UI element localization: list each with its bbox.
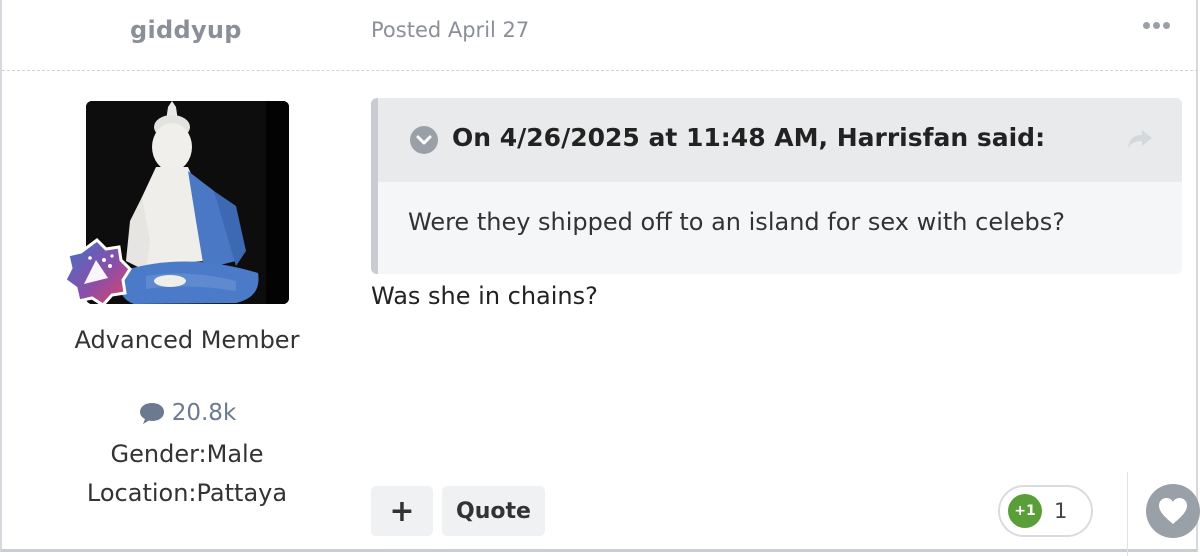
share-arrow-icon[interactable] [1126, 128, 1154, 154]
rank-badge-shape [63, 238, 132, 307]
dot [1153, 22, 1160, 29]
author-name[interactable]: giddyup [130, 16, 242, 44]
dot [1163, 22, 1170, 29]
post-count[interactable]: 20.8k [2, 400, 372, 431]
post-date[interactable]: Posted April 27 [371, 18, 529, 42]
reaction-summary[interactable]: +1 1 [998, 485, 1093, 537]
heart-icon[interactable] [1146, 484, 1200, 538]
post-body: Was she in chains? [371, 282, 598, 310]
rank-badge-icon [62, 238, 132, 308]
quote-citation[interactable]: On 4/26/2025 at 11:48 AM, Harrisfan said… [452, 123, 1045, 152]
post-count-value: 20.8k [171, 400, 237, 426]
post-count-wrap: 20.8k [138, 400, 237, 426]
quote-block: On 4/26/2025 at 11:48 AM, Harrisfan said… [371, 98, 1182, 274]
divider [1127, 472, 1128, 556]
comment-bubble-icon [139, 403, 164, 424]
dot [1143, 22, 1150, 29]
member-rank: Advanced Member [74, 326, 300, 354]
gender-field: Gender:Male [110, 440, 264, 468]
reaction-count: 1 [1054, 499, 1068, 523]
post-container: giddyup Posted April 27 Advanced Member … [0, 0, 1200, 556]
chevron-shape [416, 135, 432, 145]
quote-button[interactable]: Quote [442, 486, 545, 536]
quote-header: On 4/26/2025 at 11:48 AM, Harrisfan said… [378, 98, 1182, 182]
location-field: Location:Pattaya [86, 479, 288, 507]
heart-shape [1159, 498, 1187, 524]
quote-text: Were they shipped off to an island for s… [408, 208, 1065, 236]
post-header: giddyup Posted April 27 [2, 0, 1198, 71]
ellipsis-icon[interactable] [1143, 22, 1170, 29]
multiquote-button[interactable]: + [371, 486, 433, 536]
chevron-down-icon[interactable] [410, 126, 438, 154]
plus-one-badge: +1 [1008, 494, 1042, 528]
share-shape [1128, 130, 1152, 148]
